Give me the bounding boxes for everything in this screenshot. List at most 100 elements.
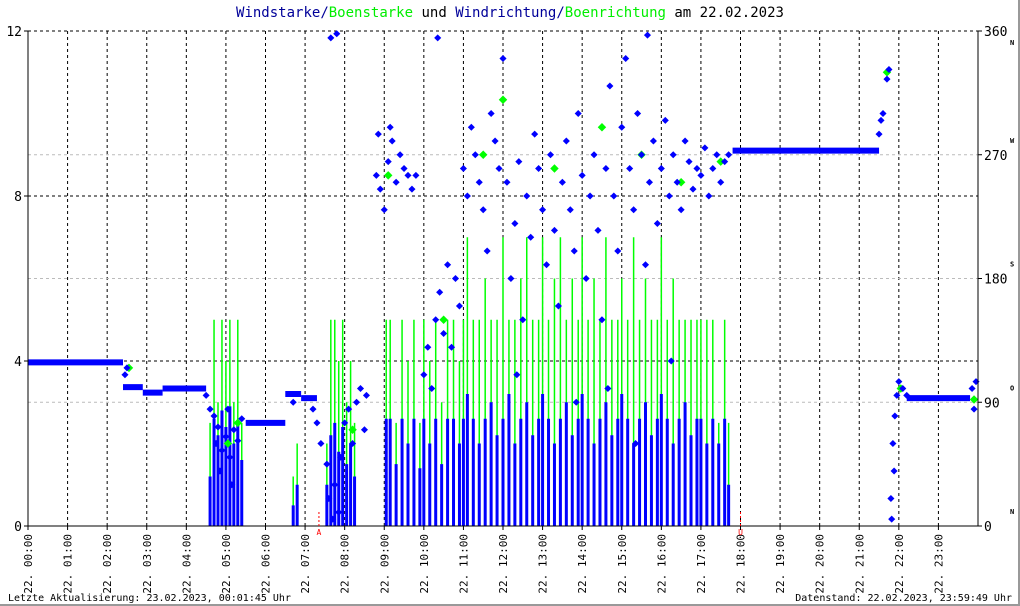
wind-bar <box>655 418 659 526</box>
wind-bar <box>604 402 608 526</box>
direction-point <box>725 151 733 159</box>
direction-point <box>511 219 519 228</box>
wind-bar <box>240 460 244 526</box>
direction-point <box>515 158 523 166</box>
wind-bar <box>291 505 295 526</box>
wind-bar <box>501 418 505 526</box>
x-tick-label: 22. 05:00 <box>220 534 233 594</box>
direction-point <box>459 164 467 173</box>
direction-point <box>634 109 642 118</box>
direction-point <box>709 164 717 173</box>
wind-bar <box>644 402 647 526</box>
direction-point <box>434 34 442 42</box>
left-tick-label: 12 <box>6 25 22 40</box>
x-tick-label: 22. 08:00 <box>339 534 352 594</box>
direction-point <box>353 398 361 406</box>
direction-point <box>669 151 677 159</box>
direction-point <box>356 384 365 393</box>
direction-point <box>685 158 693 166</box>
x-tick-label: 22. 04:00 <box>180 534 193 594</box>
wind-bar <box>632 443 636 526</box>
direction-point <box>289 398 297 406</box>
direction-point <box>546 151 555 159</box>
direction-point <box>535 164 543 173</box>
gust-direction-point <box>597 123 607 132</box>
direction-point <box>606 82 614 90</box>
wind-bar <box>452 418 456 526</box>
direction-point <box>602 164 610 173</box>
direction-point <box>202 391 210 399</box>
wind-bar <box>489 402 493 526</box>
wind-bar <box>671 443 675 526</box>
wind-bar <box>446 418 450 526</box>
wind-bar <box>428 443 432 526</box>
wind-bar <box>723 418 727 526</box>
wind-bar <box>576 418 580 526</box>
wind-bar <box>620 394 624 526</box>
wind-bar <box>422 418 426 526</box>
wind-bar <box>665 418 669 526</box>
wind-bar <box>547 418 551 526</box>
x-tick-label: 22. 21:00 <box>853 534 866 594</box>
gust-direction-point <box>478 150 488 159</box>
x-tick-label: 22. 20:00 <box>814 534 827 594</box>
x-tick-label: 22. 22:00 <box>893 534 906 594</box>
direction-point <box>877 116 885 124</box>
wind-bar <box>564 402 568 526</box>
direction-point <box>968 384 976 393</box>
wind-bar <box>208 476 212 526</box>
gust-direction-point <box>498 95 508 104</box>
direction-point <box>574 109 582 118</box>
gust-direction-point <box>550 164 559 173</box>
gust-direction-point <box>439 315 448 324</box>
wind-bar <box>341 427 345 526</box>
direction-point <box>362 391 370 399</box>
wind-bar <box>727 484 731 526</box>
wind-bar <box>345 464 349 526</box>
direction-point <box>641 261 650 269</box>
direction-point <box>487 109 495 118</box>
direction-point <box>372 171 380 179</box>
gust-direction-point <box>348 425 357 434</box>
direction-point <box>392 178 400 186</box>
x-tick-label: 22. 01:00 <box>62 534 75 594</box>
wind-bar <box>717 443 721 526</box>
x-tick-label: 22. 15:00 <box>616 534 629 594</box>
direction-point <box>327 34 335 42</box>
right-tick-label: 360 <box>984 25 1007 40</box>
direction-point <box>883 75 891 83</box>
direction-point <box>495 164 503 173</box>
wind-bar <box>711 418 715 526</box>
direction-point <box>566 206 574 214</box>
wind-bar <box>570 435 574 526</box>
wind-bar <box>228 406 232 526</box>
direction-point <box>404 171 412 179</box>
direction-point <box>539 206 547 214</box>
direction-point <box>622 54 630 63</box>
x-tick-label: 22. 09:00 <box>378 534 391 594</box>
direction-point <box>475 178 483 186</box>
wind-bar <box>440 464 444 526</box>
direction-point <box>531 130 539 138</box>
direction-point <box>360 426 368 434</box>
direction-point <box>210 412 218 420</box>
direction-point <box>380 206 388 214</box>
wind-bar <box>558 418 562 526</box>
direction-point <box>630 206 638 214</box>
wind-bar <box>683 402 687 526</box>
wind-bar <box>412 418 416 526</box>
direction-point <box>590 151 598 159</box>
wind-bar <box>626 418 630 526</box>
wind-bar <box>586 418 590 526</box>
wind-bar <box>580 394 584 526</box>
direction-point <box>889 439 897 448</box>
sun-marker-label: U <box>738 528 743 537</box>
direction-point <box>626 164 634 173</box>
left-tick-label: 8 <box>14 190 22 205</box>
direction-point <box>317 439 325 448</box>
wind-bar <box>695 418 699 526</box>
x-tick-label: 22. 10:00 <box>418 534 431 594</box>
wind-bar <box>649 435 653 526</box>
direction-point <box>677 206 685 214</box>
wind-bar <box>592 443 596 526</box>
